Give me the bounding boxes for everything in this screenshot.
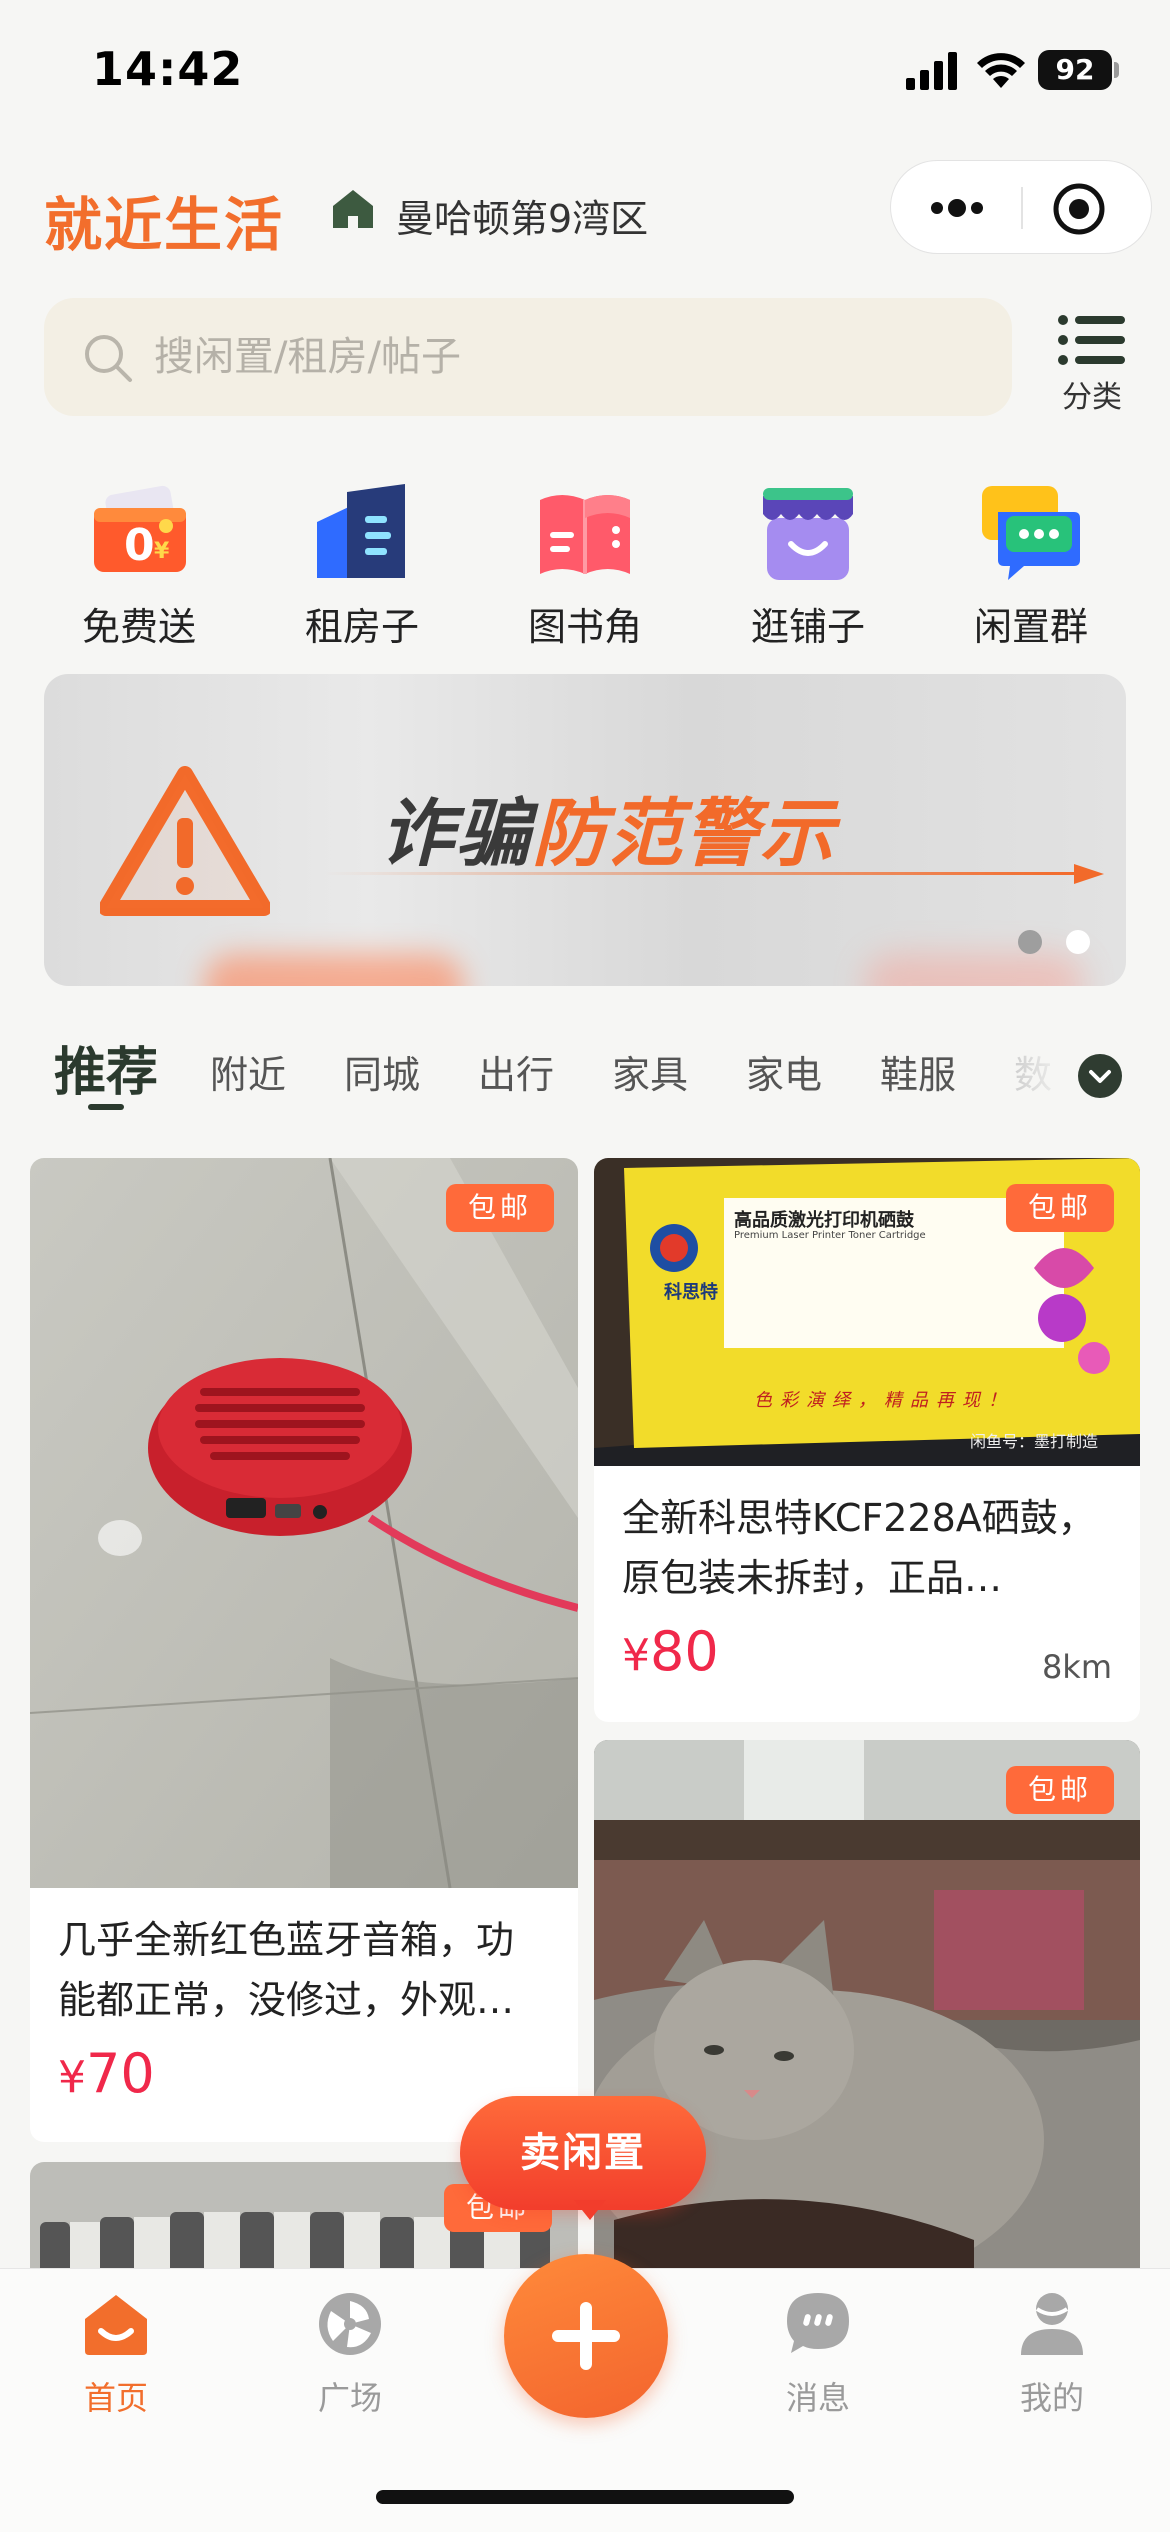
- chevron-down-icon: [1089, 1070, 1111, 1083]
- banner-pagination: [1018, 930, 1090, 954]
- tabbar-plaza[interactable]: 广场: [270, 2289, 430, 2419]
- search-bar[interactable]: [44, 298, 1012, 416]
- tabs-fade: [1010, 1030, 1070, 1120]
- toner-title: 高品质激光打印机硒鼓: [734, 1210, 914, 1231]
- home-icon: [85, 2295, 147, 2355]
- quick-nav-label: 租房子: [304, 605, 419, 649]
- tab-active-indicator: [88, 1104, 124, 1110]
- quick-nav-label: 图书角: [527, 605, 642, 649]
- tab-same-city[interactable]: 同城: [344, 1044, 420, 1099]
- status-time: 14:42: [92, 42, 244, 96]
- tabbar-home[interactable]: 首页: [36, 2289, 196, 2419]
- current-location[interactable]: 曼哈顿第9湾区: [396, 188, 648, 243]
- product-card[interactable]: 科思特 高品质激光打印机硒鼓 Premium Laser Printer Ton…: [594, 1158, 1140, 1722]
- product-title: 全新科思特KCF228A硒鼓，原包装未拆封，正品…: [622, 1496, 1096, 1600]
- battery-level: 92: [1038, 50, 1112, 90]
- sell-item-bubble[interactable]: 卖闲置: [460, 2096, 706, 2210]
- price-value: 80: [650, 1620, 719, 1683]
- quick-nav-shops[interactable]: 逛铺子: [713, 478, 903, 649]
- warning-triangle-icon: [100, 766, 270, 916]
- message-icon: [787, 2293, 849, 2353]
- pagination-dot-active[interactable]: [1066, 930, 1090, 954]
- product-card[interactable]: 包邮: [594, 1740, 1140, 2300]
- price-value: 70: [86, 2042, 155, 2105]
- product-price: ¥70: [58, 2042, 155, 2105]
- cellular-signal-icon: [906, 52, 957, 90]
- product-card[interactable]: 几乎全新红色蓝牙音箱，功能都正常，没修过，外观… ¥70: [30, 1158, 578, 2142]
- toner-brand: 科思特: [664, 1282, 718, 1303]
- category-button[interactable]: 分类: [1052, 312, 1132, 415]
- currency-symbol: ¥: [622, 1630, 650, 1681]
- book-corner-icon: [540, 495, 630, 574]
- banner-glow: [864, 954, 1084, 986]
- product-title: 几乎全新红色蓝牙音箱，功能都正常，没修过，外观…: [58, 1918, 515, 2022]
- product-price: ¥80: [622, 1620, 719, 1683]
- tab-furniture[interactable]: 家具: [612, 1044, 688, 1099]
- rent-house-icon: [317, 484, 405, 578]
- wifi-icon: [977, 53, 1025, 88]
- search-input[interactable]: [154, 322, 954, 392]
- capsule-divider: [1021, 187, 1023, 229]
- shop-icon: [763, 488, 853, 580]
- close-miniapp-icon[interactable]: [1051, 181, 1107, 237]
- image-watermark: 闲鱼号：墨打制造: [970, 1432, 1099, 1451]
- pagination-dot[interactable]: [1018, 930, 1042, 954]
- quick-nav-label: 免费送: [81, 605, 196, 649]
- sell-bubble-tail: [574, 2200, 606, 2220]
- expand-tabs-button[interactable]: [1078, 1054, 1122, 1098]
- free-shipping-badge: 包邮: [1005, 1766, 1114, 1814]
- tabbar-label: 消息: [785, 2379, 850, 2417]
- svg-text:¥: ¥: [154, 539, 170, 564]
- profile-icon: [1021, 2293, 1083, 2355]
- tab-nearby[interactable]: 附近: [210, 1044, 286, 1099]
- tab-travel[interactable]: 出行: [478, 1044, 554, 1099]
- banner-glow: [204, 954, 464, 986]
- free-gift-icon: 0 ¥: [94, 485, 186, 572]
- toner-subtitle: Premium Laser Printer Toner Cartridge: [734, 1230, 926, 1241]
- group-chat-icon: [982, 486, 1080, 580]
- tabbar-profile[interactable]: 我的: [972, 2289, 1132, 2419]
- tabbar-label: 广场: [317, 2379, 382, 2417]
- app-screen: 14:42 92 就近生活 曼哈顿第9湾区 搜闲置/租房/帖子 分类 0 ¥ 免…: [0, 0, 1170, 2532]
- tabbar-messages[interactable]: 消息: [738, 2289, 898, 2419]
- quick-nav-books[interactable]: 图书角: [490, 478, 680, 649]
- tab-clothing[interactable]: 鞋服: [880, 1044, 956, 1099]
- quick-nav-label: 闲置群: [973, 605, 1088, 649]
- publish-button[interactable]: [504, 2254, 668, 2418]
- free-shipping-badge: 包邮: [446, 1184, 555, 1232]
- svg-text:0: 0: [124, 520, 155, 571]
- currency-symbol: ¥: [58, 2052, 86, 2103]
- tabbar-label: 首页: [83, 2379, 148, 2417]
- tab-recommend[interactable]: 推荐: [54, 1030, 158, 1105]
- home-location-icon[interactable]: [330, 186, 376, 232]
- quick-nav-label: 逛铺子: [750, 605, 865, 649]
- product-image[interactable]: [30, 1158, 578, 1888]
- app-brand-title: 就近生活: [44, 191, 285, 259]
- fraud-warning-banner[interactable]: 诈骗防范警示: [44, 674, 1126, 986]
- category-label: 分类: [1062, 380, 1122, 415]
- category-list-icon: [1058, 315, 1125, 365]
- status-bar: 14:42 92: [0, 0, 1170, 150]
- plus-icon: [552, 2302, 620, 2370]
- free-shipping-badge: 包邮: [1005, 1184, 1114, 1232]
- banner-arrow-icon: [324, 864, 1104, 884]
- home-indicator: [376, 2490, 794, 2504]
- quick-nav-groups[interactable]: 闲置群: [936, 478, 1126, 649]
- product-distance: 8km: [1041, 1648, 1112, 1686]
- more-icon[interactable]: [925, 179, 989, 237]
- toner-slogan: 色彩演绎，精品再现！: [754, 1390, 1014, 1411]
- quick-nav-free[interactable]: 0 ¥ 免费送: [44, 478, 234, 649]
- battery-tip: [1114, 62, 1119, 78]
- plaza-icon: [319, 2293, 381, 2355]
- category-tabs: 推荐 附近 同城 出行 家具 家电 鞋服 数: [0, 1030, 1170, 1140]
- miniapp-capsule: [890, 160, 1152, 254]
- quick-nav: 0 ¥ 免费送 租房子 图书角 逛铺子 闲置群: [44, 478, 1126, 649]
- product-image[interactable]: [594, 1740, 1140, 2300]
- search-icon: [85, 335, 132, 382]
- tab-appliances[interactable]: 家电: [746, 1044, 822, 1099]
- tabbar-label: 我的: [1019, 2379, 1084, 2417]
- quick-nav-rent[interactable]: 租房子: [267, 478, 457, 649]
